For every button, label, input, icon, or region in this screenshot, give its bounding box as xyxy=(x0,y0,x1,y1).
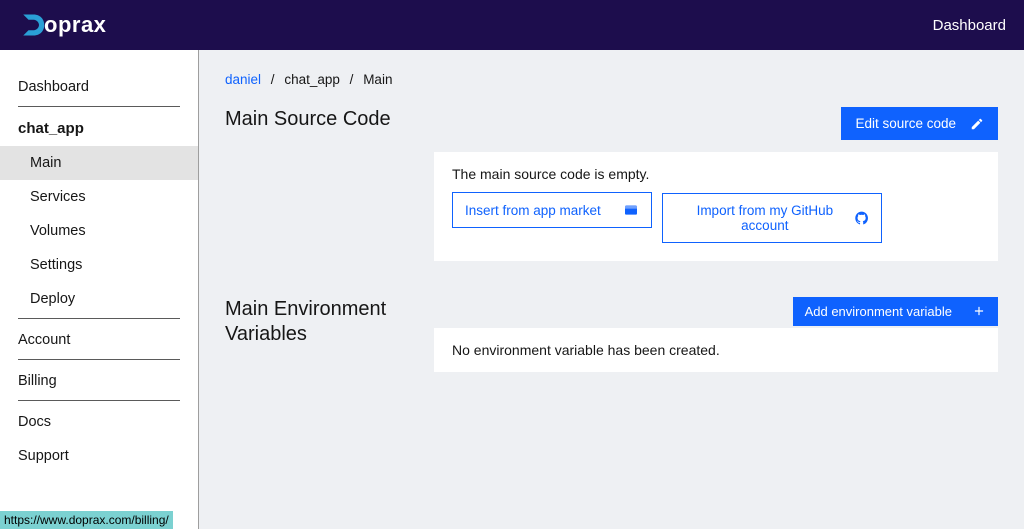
breadcrumb-user[interactable]: daniel xyxy=(225,72,261,87)
breadcrumb-sep: / xyxy=(271,72,275,87)
brand-logo[interactable]: oprax xyxy=(18,11,106,39)
breadcrumb: daniel / chat_app / Main xyxy=(225,72,998,87)
logo-icon xyxy=(18,11,46,39)
insert-from-market-button[interactable]: Insert from app market xyxy=(452,192,652,228)
breadcrumb-page: Main xyxy=(363,72,392,87)
divider xyxy=(18,359,180,360)
section-title: Main Source Code xyxy=(225,107,434,261)
plus-icon xyxy=(972,304,986,318)
section-env-vars: Main Environment Variables Add environme… xyxy=(225,297,998,372)
source-panel: The main source code is empty. Insert fr… xyxy=(434,152,998,261)
sidebar-item-settings[interactable]: Settings xyxy=(0,248,198,282)
sidebar-account[interactable]: Account xyxy=(18,323,180,357)
sidebar-support[interactable]: Support xyxy=(18,439,180,473)
breadcrumb-app[interactable]: chat_app xyxy=(284,72,340,87)
import-from-github-button[interactable]: Import from my GitHub account xyxy=(662,193,882,243)
sidebar-subnav: Main Services Volumes Settings Deploy xyxy=(0,146,198,316)
sidebar-item-services[interactable]: Services xyxy=(0,180,198,214)
breadcrumb-sep: / xyxy=(350,72,354,87)
button-label: Import from my GitHub account xyxy=(675,203,854,233)
store-icon xyxy=(623,202,639,218)
section-source-code: Main Source Code Edit source code The ma… xyxy=(225,107,998,261)
sidebar-billing[interactable]: Billing xyxy=(18,364,180,398)
sidebar: Dashboard chat_app Main Services Volumes… xyxy=(0,50,199,529)
source-empty-msg: The main source code is empty. xyxy=(452,166,980,182)
divider xyxy=(18,106,180,107)
sidebar-item-volumes[interactable]: Volumes xyxy=(0,214,198,248)
sidebar-docs[interactable]: Docs xyxy=(18,405,180,439)
section-title: Main Environment Variables xyxy=(225,297,434,372)
main-content: daniel / chat_app / Main Main Source Cod… xyxy=(199,50,1024,529)
edit-source-button[interactable]: Edit source code xyxy=(841,107,998,140)
brand-name: oprax xyxy=(44,12,106,38)
env-empty-msg: No environment variable has been created… xyxy=(434,328,998,372)
topnav-dashboard[interactable]: Dashboard xyxy=(933,17,1006,34)
divider xyxy=(18,400,180,401)
sidebar-item-main[interactable]: Main xyxy=(0,146,198,180)
sidebar-app-name[interactable]: chat_app xyxy=(0,111,198,146)
sidebar-item-deploy[interactable]: Deploy xyxy=(0,282,198,316)
topbar: oprax Dashboard xyxy=(0,0,1024,50)
button-label: Add environment variable xyxy=(805,304,952,319)
pencil-icon xyxy=(970,117,984,131)
divider xyxy=(18,318,180,319)
add-env-var-button[interactable]: Add environment variable xyxy=(793,297,998,326)
button-label: Edit source code xyxy=(855,116,956,131)
github-icon xyxy=(854,210,869,226)
button-label: Insert from app market xyxy=(465,203,601,218)
status-url: https://www.doprax.com/billing/ xyxy=(0,511,173,529)
sidebar-dashboard[interactable]: Dashboard xyxy=(18,70,180,104)
